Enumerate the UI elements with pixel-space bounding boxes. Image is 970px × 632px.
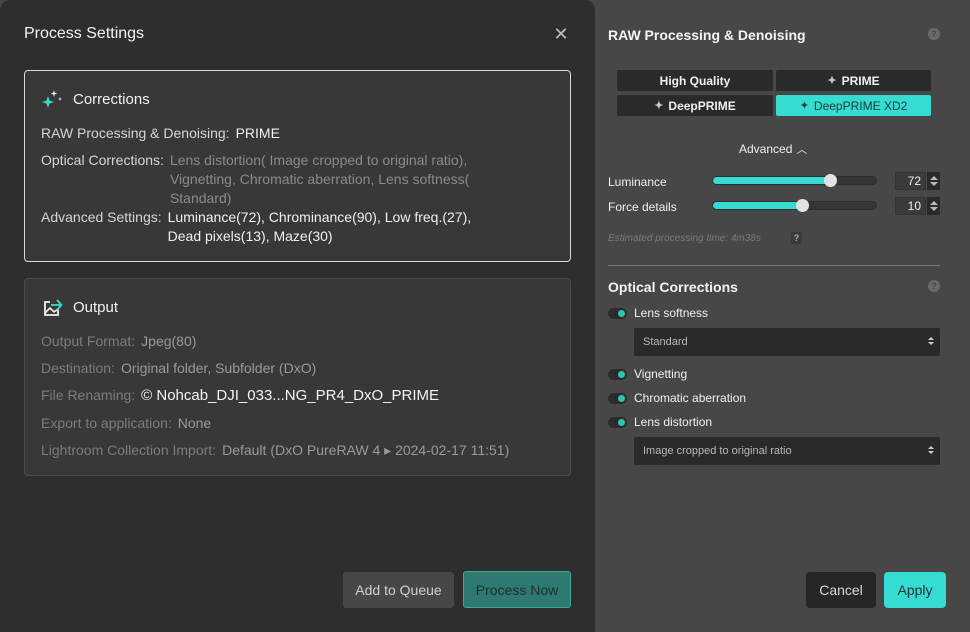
chevron-up-icon: ︿ xyxy=(796,144,808,156)
luminance-value[interactable]: 72 xyxy=(895,172,926,190)
select-value: Standard xyxy=(643,336,688,348)
raw-processing-row: RAW Processing & Denoising: PRIME xyxy=(41,124,280,143)
chromatic-aberration-toggle[interactable] xyxy=(608,392,627,404)
mode-label: High Quality xyxy=(659,73,731,88)
toggle-label: Vignetting xyxy=(634,367,688,381)
image-export-icon xyxy=(41,296,65,318)
destination-value: Original folder, Subfolder (DxO) xyxy=(120,360,317,376)
optical-corrections-title: Optical Corrections xyxy=(608,279,738,295)
sparkle-icon: ✦ xyxy=(827,75,837,87)
sparkle-icon: ✦ xyxy=(799,100,809,112)
optical-line: Vignetting, Chromatic aberration, Lens s… xyxy=(169,171,470,187)
toggle-label: Lens softness xyxy=(634,306,709,320)
file-renaming-label: File Renaming: xyxy=(41,387,136,403)
output-row: File Renaming: © Nohcab_DJI_033...NG_PR4… xyxy=(41,386,439,405)
corrections-card: Corrections RAW Processing & Denoising: … xyxy=(24,70,571,262)
advanced-line: Dead pixels(13), Maze(30) xyxy=(167,228,333,244)
output-format-label: Output Format: xyxy=(41,333,136,349)
advanced-settings-row: Advanced Settings: Luminance(72), Chromi… xyxy=(41,208,471,246)
slider-thumb[interactable] xyxy=(824,174,838,187)
raw-processing-title: RAW Processing & Denoising xyxy=(608,27,806,43)
optical-line: Standard) xyxy=(169,190,232,206)
dialog-title: Process Settings xyxy=(24,25,145,42)
output-row: Lightroom Collection Import: Default (Dx… xyxy=(41,441,509,460)
close-icon[interactable]: ✕ xyxy=(553,25,569,43)
advanced-toggle[interactable]: Advanced ︿ xyxy=(739,141,807,157)
advanced-settings-value: Luminance(72), Chrominance(90), Low freq… xyxy=(168,208,471,246)
toggle-label: Lens distortion xyxy=(634,415,713,429)
toggle-label: Chromatic aberration xyxy=(634,391,747,405)
luminance-label: Luminance xyxy=(608,175,667,189)
raw-processing-label: RAW Processing & Denoising: xyxy=(41,125,230,141)
output-card: Output Output Format: Jpeg(80) Destinati… xyxy=(24,278,571,476)
process-now-button[interactable]: Process Now xyxy=(463,571,571,608)
optical-corrections-label: Optical Corrections: xyxy=(41,152,164,168)
mode-high-quality[interactable]: High Quality xyxy=(617,70,773,91)
estimate-help-icon[interactable]: ? xyxy=(791,232,802,244)
advanced-label: Advanced xyxy=(739,142,793,156)
luminance-stepper[interactable] xyxy=(927,172,940,190)
mode-label: DeepPRIME XD2 xyxy=(813,98,908,113)
apply-button[interactable]: Apply xyxy=(884,572,946,608)
slider-fill xyxy=(713,177,831,184)
optical-corrections-row: Optical Corrections: Lens distortion( Im… xyxy=(41,151,469,208)
force-details-label: Force details xyxy=(608,200,677,214)
select-value: Image cropped to original ratio xyxy=(643,445,792,457)
chromatic-aberration-toggle-row: Chromatic aberration xyxy=(608,391,746,405)
lens-softness-toggle[interactable] xyxy=(608,307,627,319)
divider xyxy=(608,265,940,266)
add-to-queue-button[interactable]: Add to Queue xyxy=(343,572,454,608)
export-application-value: None xyxy=(177,415,212,431)
lightroom-import-label: Lightroom Collection Import: xyxy=(41,442,217,458)
force-details-slider[interactable] xyxy=(712,199,877,212)
lens-distortion-toggle[interactable] xyxy=(608,416,627,428)
process-settings-dialog: Process Settings ✕ Corrections RAW Proce… xyxy=(0,0,595,632)
mode-deepprime-xd2[interactable]: ✦ DeepPRIME XD2 xyxy=(776,95,931,116)
optical-line: Lens distortion( Image cropped to origin… xyxy=(169,152,468,168)
export-application-label: Export to application: xyxy=(41,415,172,431)
corrections-title: Corrections xyxy=(73,90,150,108)
file-renaming-value: © Nohcab_DJI_033...NG_PR4_DxO_PRIME xyxy=(141,387,440,404)
mode-label: PRIME xyxy=(841,73,880,88)
vignetting-toggle[interactable] xyxy=(608,368,627,380)
lightroom-import-value: Default (DxO PureRAW 4 ▸ 2024-02-17 11:5… xyxy=(222,442,510,458)
destination-label: Destination: xyxy=(41,360,115,376)
help-icon[interactable]: ? xyxy=(928,280,940,292)
output-title: Output xyxy=(73,298,119,316)
estimated-time: Estimated processing time: 4m38s xyxy=(608,233,761,244)
help-icon[interactable]: ? xyxy=(928,28,940,40)
sparkle-icon: ✦ xyxy=(654,100,664,112)
raw-processing-value: PRIME xyxy=(235,125,280,141)
force-details-stepper[interactable] xyxy=(927,197,940,215)
luminance-slider[interactable] xyxy=(712,174,877,187)
advanced-settings-label: Advanced Settings: xyxy=(41,209,162,225)
mode-deepprime[interactable]: ✦ DeepPRIME xyxy=(617,95,773,116)
settings-panel: RAW Processing & Denoising ? High Qualit… xyxy=(595,0,970,632)
sparkles-icon xyxy=(41,88,65,110)
output-row: Output Format: Jpeg(80) xyxy=(41,332,196,351)
output-row: Export to application: None xyxy=(41,414,211,433)
lens-softness-select[interactable]: Standard xyxy=(634,328,940,356)
output-row: Destination: Original folder, Subfolder … xyxy=(41,359,316,378)
lens-distortion-toggle-row: Lens distortion xyxy=(608,415,712,429)
mode-prime[interactable]: ✦ PRIME xyxy=(776,70,931,91)
advanced-line: Luminance(72), Chrominance(90), Low freq… xyxy=(167,209,472,225)
lens-distortion-select[interactable]: Image cropped to original ratio xyxy=(634,437,940,465)
force-details-value[interactable]: 10 xyxy=(895,197,926,215)
select-arrows-icon xyxy=(928,446,934,456)
cancel-button[interactable]: Cancel xyxy=(806,572,876,608)
slider-thumb[interactable] xyxy=(795,199,809,212)
output-format-value: Jpeg(80) xyxy=(141,333,197,349)
slider-fill xyxy=(713,202,802,209)
vignetting-toggle-row: Vignetting xyxy=(608,367,687,381)
lens-softness-toggle-row: Lens softness xyxy=(608,306,708,320)
select-arrows-icon xyxy=(928,337,934,347)
optical-corrections-value: Lens distortion( Image cropped to origin… xyxy=(170,151,469,208)
mode-label: DeepPRIME xyxy=(668,98,736,113)
